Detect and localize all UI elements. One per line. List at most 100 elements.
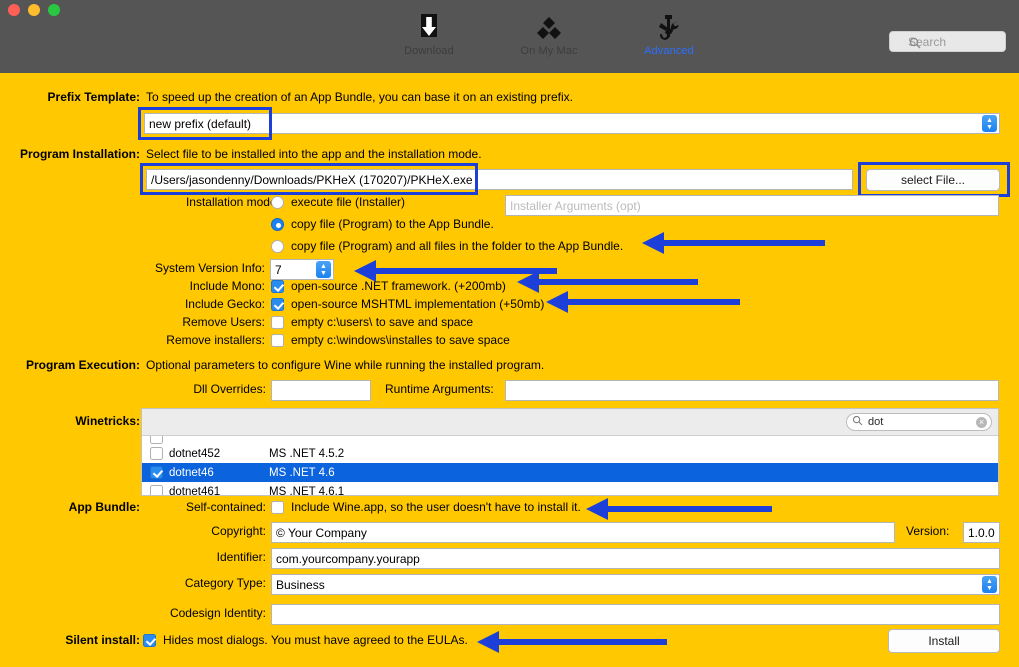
- chevron-updown-icon[interactable]: ▲ ▼: [316, 261, 331, 278]
- include-mono-label-wrap: Include Mono:: [70, 279, 265, 293]
- toolbar-label-on-my-mac: On My Mac: [520, 45, 578, 57]
- copyright-label-wrap: Copyright:: [140, 524, 266, 538]
- include-gecko-label: Include Gecko:: [184, 297, 265, 311]
- checkbox-icon[interactable]: [150, 436, 163, 444]
- checkbox-remove-users[interactable]: empty c:\users\ to save and space: [271, 315, 473, 329]
- winetricks-row-dotnet461[interactable]: dotnet461 MS .NET 4.6.1: [142, 482, 998, 496]
- program-installation-desc-wrap: Select file to be installed into the app…: [146, 147, 482, 161]
- dll-overrides-input[interactable]: [271, 380, 371, 401]
- checkbox-icon[interactable]: [271, 297, 284, 311]
- prefix-template-label-wrap: Prefix Template:: [41, 90, 140, 104]
- program-file-path-input[interactable]: /Users/jasondenny/Downloads/PKHeX (17020…: [146, 169, 853, 190]
- include-mono-text: open-source .NET framework. (+200mb): [291, 279, 506, 293]
- self-contained-label-wrap: Self-contained:: [140, 500, 266, 514]
- category-type-label: Category Type:: [184, 576, 266, 590]
- system-version-select[interactable]: 7 ▲ ▼: [270, 259, 334, 280]
- silent-install-label-wrap: Silent install:: [40, 633, 140, 647]
- identifier-input[interactable]: com.yourcompany.yourapp: [271, 548, 1000, 569]
- codesign-identity-input[interactable]: [271, 604, 1000, 625]
- program-installation-label: Program Installation:: [19, 147, 140, 161]
- category-type-label-wrap: Category Type:: [140, 576, 266, 590]
- winetricks-search-value: dot: [868, 416, 884, 428]
- radio-copy-file[interactable]: copy file (Program) to the App Bundle.: [271, 217, 494, 231]
- checkbox-remove-installers[interactable]: empty c:\windows\installes to save space: [271, 333, 510, 347]
- prefix-template-label: Prefix Template:: [47, 90, 140, 104]
- runtime-arguments-input[interactable]: [505, 380, 999, 401]
- chevron-updown-icon[interactable]: ▲ ▼: [982, 576, 997, 593]
- installer-arguments-input[interactable]: Installer Arguments (opt): [505, 195, 999, 216]
- select-file-button[interactable]: select File...: [866, 169, 1000, 191]
- annotation-arrow-copy-folder: [642, 232, 825, 254]
- checkbox-icon[interactable]: [150, 447, 163, 460]
- prefix-template-description: To speed up the creation of an App Bundl…: [146, 90, 573, 104]
- clear-search-icon[interactable]: ×: [976, 417, 987, 428]
- title-bar: Download On My Mac Advanced Search: [0, 0, 1019, 73]
- winetricks-desc: MS .NET 4.5.2: [269, 447, 345, 460]
- checkbox-silent-install[interactable]: Hides most dialogs. You must have agreed…: [143, 633, 468, 647]
- app-bundle-label: App Bundle:: [68, 500, 140, 514]
- winetricks-row-partial[interactable]: [142, 436, 998, 444]
- include-gecko-text: open-source MSHTML implementation (+50mb…: [291, 297, 545, 311]
- winetricks-list[interactable]: dot × dotnet452 MS .NET 4.5.2 dotnet46 M…: [141, 408, 999, 496]
- toolbar-item-advanced[interactable]: Advanced: [632, 12, 706, 57]
- winetricks-desc: MS .NET 4.6: [269, 466, 335, 479]
- identifier-label: Identifier:: [216, 550, 266, 564]
- winetricks-name: dotnet461: [169, 485, 221, 496]
- winetricks-row-dotnet46[interactable]: dotnet46 MS .NET 4.6: [142, 463, 998, 482]
- search-input[interactable]: Search: [889, 31, 1006, 52]
- diamonds-icon: [536, 12, 562, 42]
- runtime-arguments-label: Runtime Arguments:: [385, 382, 494, 396]
- version-label-wrap: Version:: [906, 524, 949, 538]
- toolbar-label-advanced: Advanced: [644, 45, 694, 57]
- checkbox-icon[interactable]: [271, 500, 284, 514]
- prefix-template-desc-wrap: To speed up the creation of an App Bundl…: [146, 90, 573, 104]
- winetricks-row-dotnet452[interactable]: dotnet452 MS .NET 4.5.2: [142, 444, 998, 463]
- radio-label-copy-file: copy file (Program) to the App Bundle.: [291, 217, 494, 231]
- checkbox-self-contained[interactable]: Include Wine.app, so the user doesn't ha…: [271, 500, 581, 514]
- category-type-select[interactable]: Business ▲ ▼: [271, 574, 1000, 595]
- copyright-input[interactable]: © Your Company: [271, 522, 895, 543]
- program-installation-description: Select file to be installed into the app…: [146, 147, 482, 161]
- winetricks-search-input[interactable]: dot ×: [846, 413, 992, 431]
- toolbar-item-download[interactable]: Download: [392, 12, 466, 57]
- radio-icon[interactable]: [271, 217, 284, 231]
- checkbox-icon[interactable]: [271, 315, 284, 329]
- checkbox-icon[interactable]: [150, 466, 163, 479]
- silent-install-label: Silent install:: [65, 633, 140, 647]
- checkbox-include-mono[interactable]: open-source .NET framework. (+200mb): [271, 279, 506, 293]
- checkbox-icon[interactable]: [143, 633, 156, 647]
- radio-execute-installer[interactable]: execute file (Installer): [271, 195, 405, 209]
- annotation-arrow-include-gecko: [546, 291, 740, 313]
- install-button[interactable]: Install: [888, 629, 1000, 653]
- identifier-label-wrap: Identifier:: [140, 550, 266, 564]
- installation-mode-label: Installation mode:: [185, 195, 280, 209]
- annotation-arrow-include-mono: [517, 271, 698, 293]
- dll-overrides-label-wrap: Dll Overrides:: [70, 382, 266, 396]
- radio-copy-folder[interactable]: copy file (Program) and all files in the…: [271, 239, 623, 253]
- checkbox-icon[interactable]: [271, 333, 284, 347]
- winetricks-label-wrap: Winetricks:: [40, 414, 140, 428]
- checkbox-include-gecko[interactable]: open-source MSHTML implementation (+50mb…: [271, 297, 544, 311]
- zoom-button[interactable]: [48, 4, 60, 16]
- radio-label-copy-folder: copy file (Program) and all files in the…: [291, 239, 624, 253]
- toolbar-item-on-my-mac[interactable]: On My Mac: [512, 12, 586, 57]
- system-version-label-wrap: System Version Info:: [70, 261, 265, 275]
- select-file-button-label: select File...: [900, 173, 966, 187]
- version-value: 1.0.0: [968, 525, 995, 540]
- installer-arguments-placeholder: Installer Arguments (opt): [510, 198, 641, 213]
- radio-icon[interactable]: [271, 239, 284, 253]
- annotation-arrow-self-contained: [586, 498, 772, 520]
- checkbox-icon[interactable]: [271, 279, 284, 293]
- install-button-label: Install: [928, 634, 960, 648]
- remove-users-text: empty c:\users\ to save and space: [291, 315, 474, 329]
- prefix-template-select[interactable]: new prefix (default) ▲ ▼: [144, 113, 1000, 134]
- self-contained-text: Include Wine.app, so the user doesn't ha…: [291, 500, 581, 514]
- winetricks-toolbar: dot ×: [142, 409, 998, 436]
- chevron-updown-icon[interactable]: ▲ ▼: [982, 115, 997, 132]
- checkbox-icon[interactable]: [150, 485, 163, 495]
- radio-label-execute-installer: execute file (Installer): [291, 195, 406, 209]
- close-button[interactable]: [8, 4, 20, 16]
- minimize-button[interactable]: [28, 4, 40, 16]
- radio-icon[interactable]: [271, 195, 284, 209]
- version-input[interactable]: 1.0.0: [963, 522, 1000, 543]
